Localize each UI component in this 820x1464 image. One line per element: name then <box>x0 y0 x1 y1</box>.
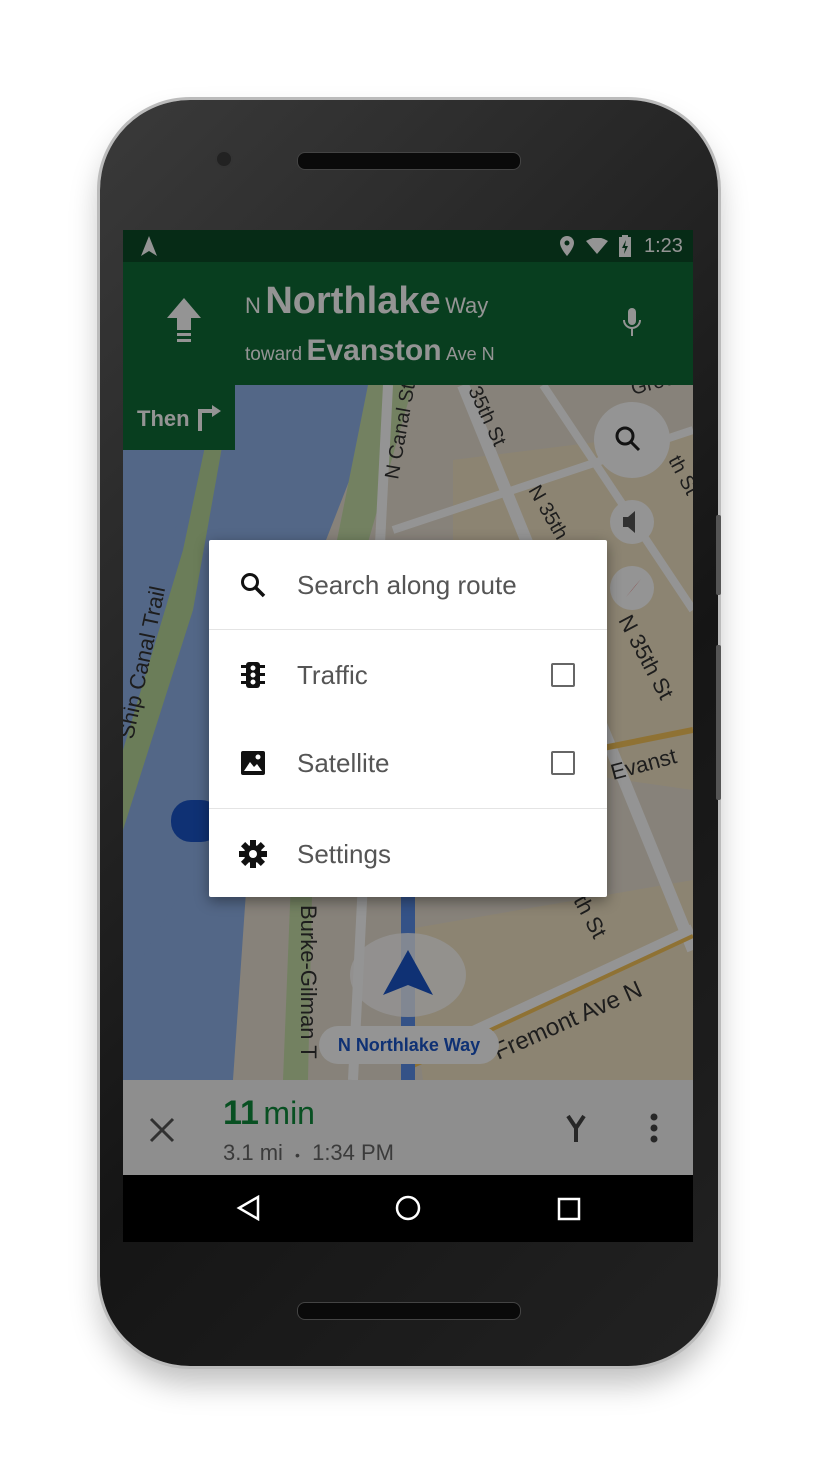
screen: N Canal St 35th St Green N 35th St N 35t… <box>123 230 693 1242</box>
gear-icon <box>239 840 267 868</box>
menu-item-satellite[interactable]: Satellite <box>209 719 607 807</box>
system-nav-bar <box>123 1175 693 1242</box>
front-camera <box>217 152 231 166</box>
back-icon[interactable] <box>236 1195 260 1221</box>
menu-item-label: Search along route <box>297 569 517 600</box>
menu-item-settings[interactable]: Settings <box>209 810 607 898</box>
menu-item-label: Satellite <box>297 747 390 778</box>
power-button <box>716 645 721 800</box>
bottom-speaker <box>297 1302 521 1320</box>
menu-item-traffic[interactable]: Traffic <box>209 631 607 719</box>
divider <box>209 629 607 630</box>
home-icon[interactable] <box>395 1195 421 1221</box>
volume-button <box>716 515 721 595</box>
top-speaker <box>297 152 521 170</box>
overflow-menu: Search along route Traffic Satellite Set… <box>209 540 607 897</box>
traffic-light-icon <box>241 662 265 688</box>
traffic-checkbox[interactable] <box>551 663 575 687</box>
menu-item-label: Settings <box>297 838 391 869</box>
search-icon <box>241 573 266 598</box>
recents-icon[interactable] <box>557 1197 581 1221</box>
menu-item-label: Traffic <box>297 659 368 690</box>
image-icon <box>241 751 265 775</box>
divider <box>209 808 607 809</box>
menu-item-search-along-route[interactable]: Search along route <box>209 541 607 629</box>
satellite-checkbox[interactable] <box>551 751 575 775</box>
